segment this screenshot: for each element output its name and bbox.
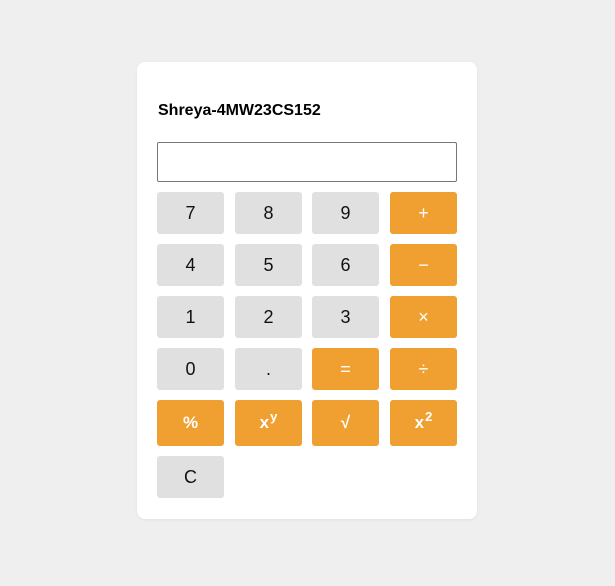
sqrt-button[interactable]: √ [312, 400, 379, 446]
square-button[interactable]: x2 [390, 400, 457, 446]
equals-button[interactable]: = [312, 348, 379, 390]
power-button[interactable]: xy [235, 400, 302, 446]
power-exponent-label: y [270, 408, 278, 424]
button-7[interactable]: 7 [157, 192, 224, 234]
button-1[interactable]: 1 [157, 296, 224, 338]
add-button[interactable]: + [390, 192, 457, 234]
button-2[interactable]: 2 [235, 296, 302, 338]
button-6[interactable]: 6 [312, 244, 379, 286]
button-4[interactable]: 4 [157, 244, 224, 286]
button-0[interactable]: 0 [157, 348, 224, 390]
button-5[interactable]: 5 [235, 244, 302, 286]
decimal-button[interactable]: . [235, 348, 302, 390]
calculator-card: Shreya-4MW23CS152 7 8 9 + 4 5 6 − 1 2 3 … [137, 62, 477, 519]
power-base-label: x [259, 413, 270, 432]
button-8[interactable]: 8 [235, 192, 302, 234]
percent-button[interactable]: % [157, 400, 224, 446]
clear-button[interactable]: C [157, 456, 224, 498]
multiply-button[interactable]: × [390, 296, 457, 338]
calculator-title: Shreya-4MW23CS152 [158, 102, 321, 119]
square-base-label: x [414, 413, 425, 432]
calculator-display[interactable] [157, 142, 457, 182]
divide-button[interactable]: ÷ [390, 348, 457, 390]
square-exponent-label: 2 [425, 408, 433, 424]
button-9[interactable]: 9 [312, 192, 379, 234]
subtract-button[interactable]: − [390, 244, 457, 286]
button-3[interactable]: 3 [312, 296, 379, 338]
